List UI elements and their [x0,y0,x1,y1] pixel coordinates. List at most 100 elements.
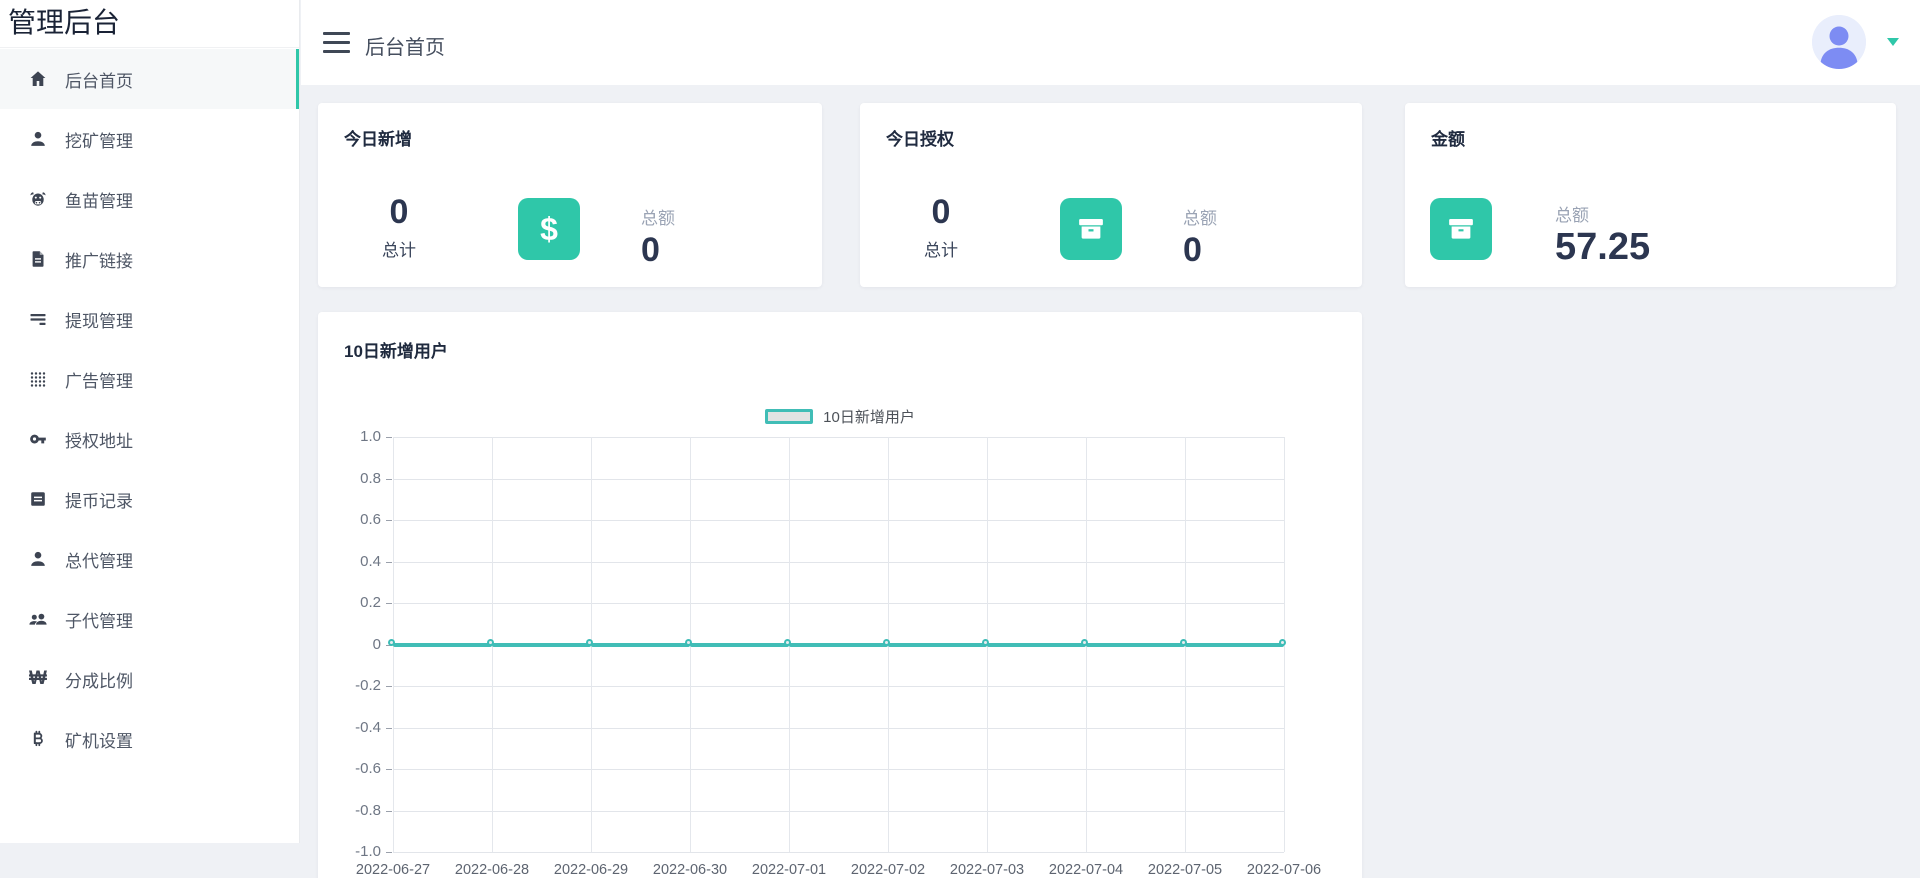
hamburger-menu-icon[interactable] [323,32,351,53]
sidebar-item-ads[interactable]: 广告管理 [0,349,299,409]
chevron-down-icon[interactable] [1887,38,1899,46]
gridline-horizontal [393,686,1284,687]
sidebar-item-label: 鱼苗管理 [65,187,133,212]
y-axis-label: -0.2 [333,677,381,694]
cow-icon [28,189,48,209]
stat-total-label: 总额 [1183,204,1217,229]
chart-legend[interactable]: 10日新增用户 [318,406,1362,427]
sidebar-item-withdraw[interactable]: 提现管理 [0,289,299,349]
y-axis-label: -0.6 [333,760,381,777]
y-axis-tick [386,603,392,604]
y-axis-label: -1.0 [333,843,381,860]
sidebar: 管理后台 后台首页挖矿管理鱼苗管理推广链接提现管理广告管理授权地址提币记录总代管… [0,0,300,843]
chart-line-segment [1185,643,1284,647]
y-axis-label: 0.6 [333,511,381,528]
stat-card-today-auth: 今日授权 0 总计 总额 0 [860,103,1362,287]
sidebar-item-fry[interactable]: 鱼苗管理 [0,169,299,229]
sidebar-item-label: 子代管理 [65,607,133,632]
admin-dashboard: 管理后台 后台首页挖矿管理鱼苗管理推广链接提现管理广告管理授权地址提币记录总代管… [0,0,1920,878]
record-icon [28,489,48,509]
chart-data-point [487,639,494,646]
stat-card-today-new: 今日新增 0 总计 $ 总额 0 [318,103,822,287]
sidebar-item-label: 后台首页 [65,67,133,92]
chart-line-segment [591,643,690,647]
box-icon [1430,198,1492,260]
list-lines-icon [28,309,48,329]
sidebar-item-label: 矿机设置 [65,727,133,752]
stat-card-title: 今日新增 [344,125,412,150]
sidebar-item-sub-agent[interactable]: 子代管理 [0,589,299,649]
gridline-horizontal [393,603,1284,604]
stat-card-title: 今日授权 [886,125,954,150]
chart-data-point [883,639,890,646]
sidebar-item-mining[interactable]: 挖矿管理 [0,109,299,169]
y-axis-tick [386,852,392,853]
chart-line-segment [888,643,987,647]
box-icon [1060,198,1122,260]
user-avatar[interactable] [1812,15,1866,69]
stat-count-group: 0 总计 [364,195,434,261]
stat-total-group: 总额 0 [641,204,675,269]
sidebar-item-general-agent[interactable]: 总代管理 [0,529,299,589]
person-icon [28,549,48,569]
y-axis-tick [386,769,392,770]
sidebar-item-label: 挖矿管理 [65,127,133,152]
breadcrumb: 后台首页 [365,31,445,60]
sidebar-item-label: 广告管理 [65,367,133,392]
chart-data-point [1081,639,1088,646]
x-axis-label: 2022-07-02 [840,862,936,878]
chart-line-segment [492,643,591,647]
gridline-horizontal [393,728,1284,729]
sidebar-item-label: 总代管理 [65,547,133,572]
stat-count-value: 0 [906,195,976,229]
dots-grid-icon [28,369,48,389]
bitcoin-icon [28,729,48,749]
stat-total-value: 0 [1183,231,1217,269]
stat-card-title: 金额 [1431,125,1465,150]
chart-plot: 1.00.80.60.40.20-0.2-0.4-0.6-0.8-1.02022… [393,437,1284,852]
legend-label: 10日新增用户 [823,406,915,427]
sidebar-item-share-ratio[interactable]: ₩ 分成比例 [0,649,299,709]
y-axis-tick [386,479,392,480]
chart-line-segment [987,643,1086,647]
chart-data-point [1279,639,1286,646]
won-icon: ₩ [28,669,48,689]
y-axis-label: 0.4 [333,553,381,570]
sidebar-item-miner-settings[interactable]: 矿机设置 [0,709,299,769]
x-axis-label: 2022-07-04 [1038,862,1134,878]
chart-line-segment [393,643,492,647]
gridline-horizontal [393,520,1284,521]
gridline-horizontal [393,562,1284,563]
stat-count-group: 0 总计 [906,195,976,261]
stat-count-label: 总计 [364,236,434,261]
chart-card: 10日新增用户 10日新增用户 1.00.80.60.40.20-0.2-0.4… [318,312,1362,878]
document-icon [28,249,48,269]
stat-card-amount: 金额 总额 57.25 [1405,103,1896,287]
sidebar-item-label: 分成比例 [65,667,133,692]
stat-total-value: 0 [641,231,675,269]
y-axis-tick [386,728,392,729]
gridline-horizontal [393,769,1284,770]
y-axis-label: 0.2 [333,594,381,611]
y-axis-label: 0 [333,636,381,653]
people-icon [28,609,48,629]
chart-data-point [982,639,989,646]
sidebar-item-label: 提现管理 [65,307,133,332]
gridline-horizontal [393,437,1284,438]
person-avatar-icon [1812,15,1866,69]
y-axis-tick [386,811,392,812]
sidebar-item-auth-address[interactable]: 授权地址 [0,409,299,469]
x-axis-label: 2022-07-03 [939,862,1035,878]
sidebar-item-promotion-link[interactable]: 推广链接 [0,229,299,289]
x-axis-label: 2022-06-30 [642,862,738,878]
chart-data-point [1180,639,1187,646]
chart-data-point [388,639,395,646]
topbar: 后台首页 [301,0,1920,85]
sidebar-item-home[interactable]: 后台首页 [0,49,299,109]
sidebar-menu: 后台首页挖矿管理鱼苗管理推广链接提现管理广告管理授权地址提币记录总代管理子代管理… [0,49,299,769]
stat-total-value: 57.25 [1555,228,1650,266]
sidebar-item-coin-records[interactable]: 提币记录 [0,469,299,529]
dollar-icon: $ [518,198,580,260]
stat-count-label: 总计 [906,236,976,261]
y-axis-label: 1.0 [333,428,381,445]
